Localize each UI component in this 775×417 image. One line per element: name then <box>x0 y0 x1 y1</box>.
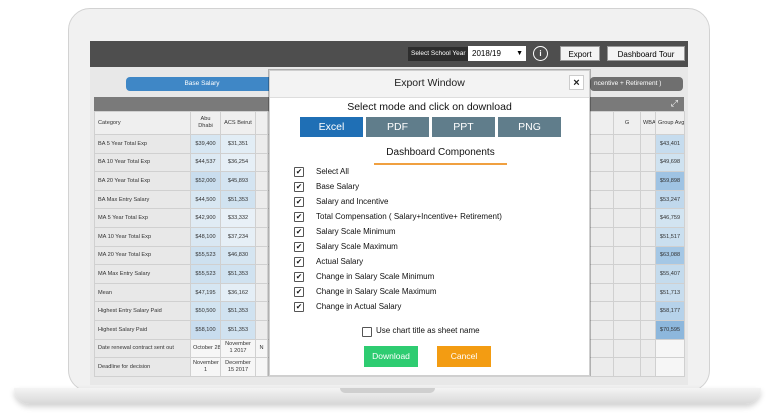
check-icon[interactable]: ✔ <box>294 227 304 237</box>
check-icon[interactable]: ✔ <box>294 242 304 252</box>
modal-title: Export Window <box>394 77 465 89</box>
cancel-button[interactable]: Cancel <box>437 346 491 367</box>
school-year-label: Select School Year <box>408 47 469 61</box>
modal-instructions: Select mode and click on download <box>347 101 512 113</box>
col-header-wbais: WBAIS <box>640 111 656 135</box>
col-header-group-avg: Group Avg <box>655 111 685 135</box>
dashboard-tour-button[interactable]: Dashboard Tour <box>607 46 685 61</box>
expand-icon[interactable]: ⤢ <box>671 98 678 109</box>
check-icon[interactable]: ✔ <box>294 302 304 312</box>
export-modal: Export Window × Select mode and click on… <box>269 70 590 376</box>
chart-title-checkbox[interactable] <box>362 327 372 337</box>
download-button[interactable]: Download <box>364 346 418 367</box>
modal-header: Export Window × <box>270 71 589 98</box>
col-header-g: G <box>613 111 641 135</box>
mode-excel-button[interactable]: Excel <box>300 117 363 137</box>
col-header-category: Category <box>94 111 191 135</box>
caret-down-icon: ▼ <box>516 50 523 57</box>
check-icon[interactable]: ✔ <box>294 182 304 192</box>
school-year-value: 2018/19 <box>472 49 501 58</box>
mode-pdf-button[interactable]: PDF <box>366 117 429 137</box>
export-button[interactable]: Export <box>560 46 600 61</box>
col-header-acs-beirut: ACS Beirut <box>220 111 256 135</box>
mode-png-button[interactable]: PNG <box>498 117 561 137</box>
col-header-abu-dhabi: Abu Dhabi <box>190 111 221 135</box>
check-icon[interactable]: ✔ <box>294 197 304 207</box>
check-icon[interactable]: ✔ <box>294 287 304 297</box>
school-year-select[interactable]: 2018/19 ▼ <box>468 46 526 61</box>
tab-total-compensation[interactable]: ncentive + Retirement ) <box>590 77 683 91</box>
check-icon[interactable]: ✔ <box>294 212 304 222</box>
laptop-notch <box>340 388 435 393</box>
top-toolbar: Select School Year 2018/19 ▼ i Export Da… <box>90 41 688 67</box>
tab-base-salary[interactable]: Base Salary <box>126 77 278 91</box>
dashboard-components-heading: Dashboard Components <box>374 147 507 165</box>
check-icon[interactable]: ✔ <box>294 257 304 267</box>
mode-ppt-button[interactable]: PPT <box>432 117 495 137</box>
check-icon[interactable]: ✔ <box>294 272 304 282</box>
info-icon[interactable]: i <box>533 46 548 61</box>
close-icon[interactable]: × <box>569 75 584 90</box>
check-icon[interactable]: ✔ <box>294 167 304 177</box>
